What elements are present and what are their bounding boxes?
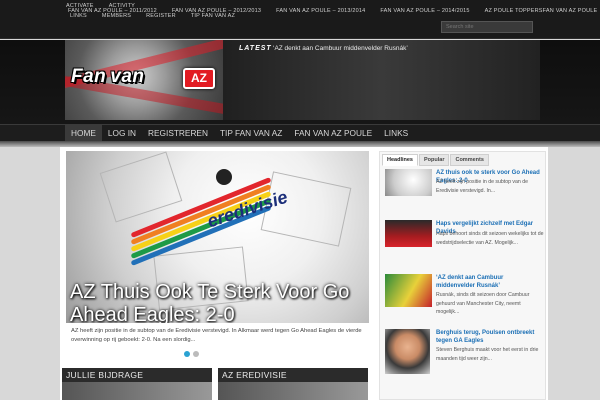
nav-item-login[interactable]: Log in: [102, 125, 142, 142]
post-excerpt: Rusnák, sinds dit seizoen door Cambuur g…: [436, 292, 530, 315]
section-title-bijdrage: Jullie bijdrage: [62, 368, 212, 382]
nav-item-tip[interactable]: Tip Fan van AZ: [214, 125, 288, 142]
post-thumbnail[interactable]: [385, 220, 432, 247]
top-link-poule[interactable]: Fan van AZ Poule: [543, 8, 598, 14]
main-nav: Home Log in Registreren Tip Fan van AZ F…: [0, 124, 600, 142]
logo-text: Fan van: [71, 66, 145, 87]
slider-dot-2[interactable]: [193, 351, 199, 357]
latest-ticker: LATEST ‘AZ denkt aan Cambuur middenvelde…: [223, 40, 540, 120]
slider-pagination: [184, 351, 202, 357]
post-excerpt: AZ heeft zijn positie in de subtop van d…: [436, 179, 528, 194]
featured-slider[interactable]: eredivisie AZ Thuis Ook Te Sterk Voor Go…: [66, 151, 369, 359]
section-thumb[interactable]: [62, 382, 212, 400]
tabbed-widget: Headlines Popular Comments AZ thuis ook …: [379, 151, 546, 400]
post-title[interactable]: ‘AZ denkt aan Cambuur middenvelder Rusná…: [436, 274, 542, 290]
latest-label: LATEST: [239, 45, 272, 52]
top-link-members[interactable]: Members: [102, 13, 131, 19]
nav-item-home[interactable]: Home: [65, 125, 102, 142]
post-excerpt: Haps behoort sinds dit seizoen wekelijks…: [436, 231, 544, 246]
top-link-poule-toppers[interactable]: AZ Poule Toppers: [485, 8, 543, 14]
featured-image[interactable]: eredivisie AZ Thuis Ook Te Sterk Voor Go…: [66, 151, 369, 323]
post-thumbnail[interactable]: [385, 274, 432, 307]
slide-excerpt: AZ heeft zijn positie in de subtop van d…: [71, 328, 362, 344]
site-logo[interactable]: Fan van AZ: [65, 40, 223, 120]
ball-mark: [216, 169, 232, 185]
tab-comments[interactable]: Comments: [450, 154, 489, 166]
post-title[interactable]: Berghuis terug, Poulsen ontbreekt tegen …: [436, 329, 542, 345]
post-excerpt: Steven Berghuis maakt voor het eerst in …: [436, 347, 539, 362]
az-badge: AZ: [183, 68, 215, 89]
nav-item-poule[interactable]: Fan van AZ Poule: [288, 125, 378, 142]
section-thumb[interactable]: [218, 382, 368, 400]
site-header: Fan van AZ LATEST ‘AZ denkt aan Cambuur m…: [0, 40, 600, 124]
top-menu-row-3: Links Members Register Tip Fan van AZ: [70, 13, 250, 19]
top-link-tip[interactable]: Tip Fan van AZ: [191, 13, 235, 19]
nav-item-links[interactable]: Links: [378, 125, 414, 142]
search-input[interactable]: [441, 21, 533, 33]
nav-item-register[interactable]: Registreren: [142, 125, 214, 142]
post-thumbnail[interactable]: [385, 169, 432, 196]
post-thumbnail[interactable]: [385, 329, 430, 374]
top-link-register[interactable]: Register: [146, 13, 176, 19]
top-link-poule-2013[interactable]: Fan van AZ Poule – 2013/2014: [276, 8, 365, 14]
top-link-poule-2014[interactable]: Fan van AZ Poule – 2014/2015: [380, 8, 469, 14]
tab-headlines[interactable]: Headlines: [382, 154, 418, 166]
section-title-eredivisie: AZ Eredivisie: [218, 368, 368, 382]
ball-panel: [99, 151, 183, 223]
tab-nav: Headlines Popular Comments: [382, 154, 490, 166]
top-link-links[interactable]: Links: [70, 13, 87, 19]
latest-headline[interactable]: ‘AZ denkt aan Cambuur middenvelder Rusná…: [273, 45, 408, 52]
slide-title[interactable]: AZ Thuis Ook Te Sterk Voor Go Ahead Eagl…: [70, 281, 369, 323]
tab-popular[interactable]: Popular: [418, 154, 450, 166]
slider-dot-1[interactable]: [184, 351, 190, 357]
top-bar: Activate Activity Fan van AZ Poule – 201…: [0, 0, 600, 39]
